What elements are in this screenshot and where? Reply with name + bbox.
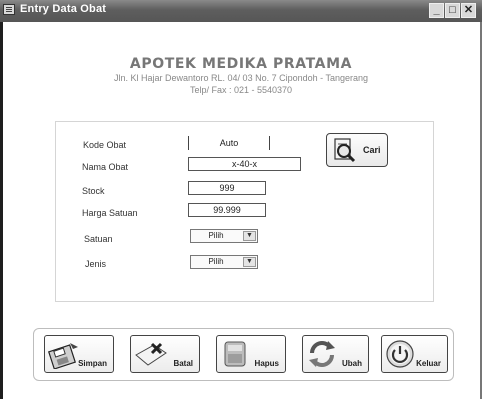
cancel-icon — [135, 342, 167, 366]
floppy-save-icon — [48, 343, 78, 369]
window-icon — [3, 4, 15, 15]
kode-obat-value: Auto — [188, 136, 270, 150]
hapus-label: Hapus — [254, 359, 279, 368]
minimize-button[interactable]: _ — [429, 3, 444, 18]
jenis-label: Jenis — [85, 259, 107, 269]
hapus-button[interactable]: Hapus — [216, 335, 286, 373]
pharmacy-name: APOTEK MEDIKA PRATAMA — [129, 56, 353, 72]
simpan-label: Simpan — [78, 359, 107, 368]
cari-button[interactable]: Cari — [326, 133, 388, 167]
power-icon — [386, 340, 414, 368]
window-title: Entry Data Obat — [20, 3, 107, 15]
satuan-label: Satuan — [84, 234, 113, 244]
close-button[interactable]: ✕ — [461, 3, 476, 18]
stock-input[interactable]: 999 — [188, 181, 266, 195]
batal-button[interactable]: Batal — [130, 335, 200, 373]
pharmacy-address: Jln. Kl Hajar Dewantoro RL. 04/ 03 No. 7… — [114, 73, 368, 83]
keluar-button[interactable]: Keluar — [381, 335, 448, 373]
cari-label: Cari — [363, 145, 381, 155]
search-document-icon — [334, 138, 356, 163]
stock-label: Stock — [82, 186, 105, 196]
satuan-selected-value: Pilih — [208, 231, 224, 240]
harga-satuan-input[interactable]: 99.999 — [188, 203, 266, 217]
simpan-button[interactable]: Simpan — [44, 335, 114, 373]
nama-obat-label: Nama Obat — [82, 162, 129, 172]
ubah-button[interactable]: Ubah — [302, 335, 369, 373]
jenis-selected-value: Pilih — [208, 257, 224, 266]
chevron-down-icon[interactable]: ▼ — [243, 257, 256, 267]
maximize-button[interactable]: □ — [445, 3, 460, 18]
satuan-select[interactable]: Pilih ▼ — [190, 229, 258, 243]
ubah-label: Ubah — [342, 359, 362, 368]
nama-obat-input[interactable]: x-40-x — [188, 157, 301, 171]
title-bar: Entry Data Obat _ □ ✕ — [0, 0, 482, 22]
batal-label: Batal — [173, 359, 193, 368]
refresh-icon — [309, 341, 335, 367]
pharmacy-contact: Telp/ Fax : 021 - 5540370 — [189, 85, 293, 95]
keluar-label: Keluar — [416, 359, 441, 368]
kode-obat-label: Kode Obat — [83, 140, 127, 150]
delete-icon — [224, 341, 246, 367]
harga-satuan-label: Harga Satuan — [82, 208, 138, 218]
jenis-select[interactable]: Pilih ▼ — [190, 255, 258, 269]
chevron-down-icon[interactable]: ▼ — [243, 231, 256, 241]
